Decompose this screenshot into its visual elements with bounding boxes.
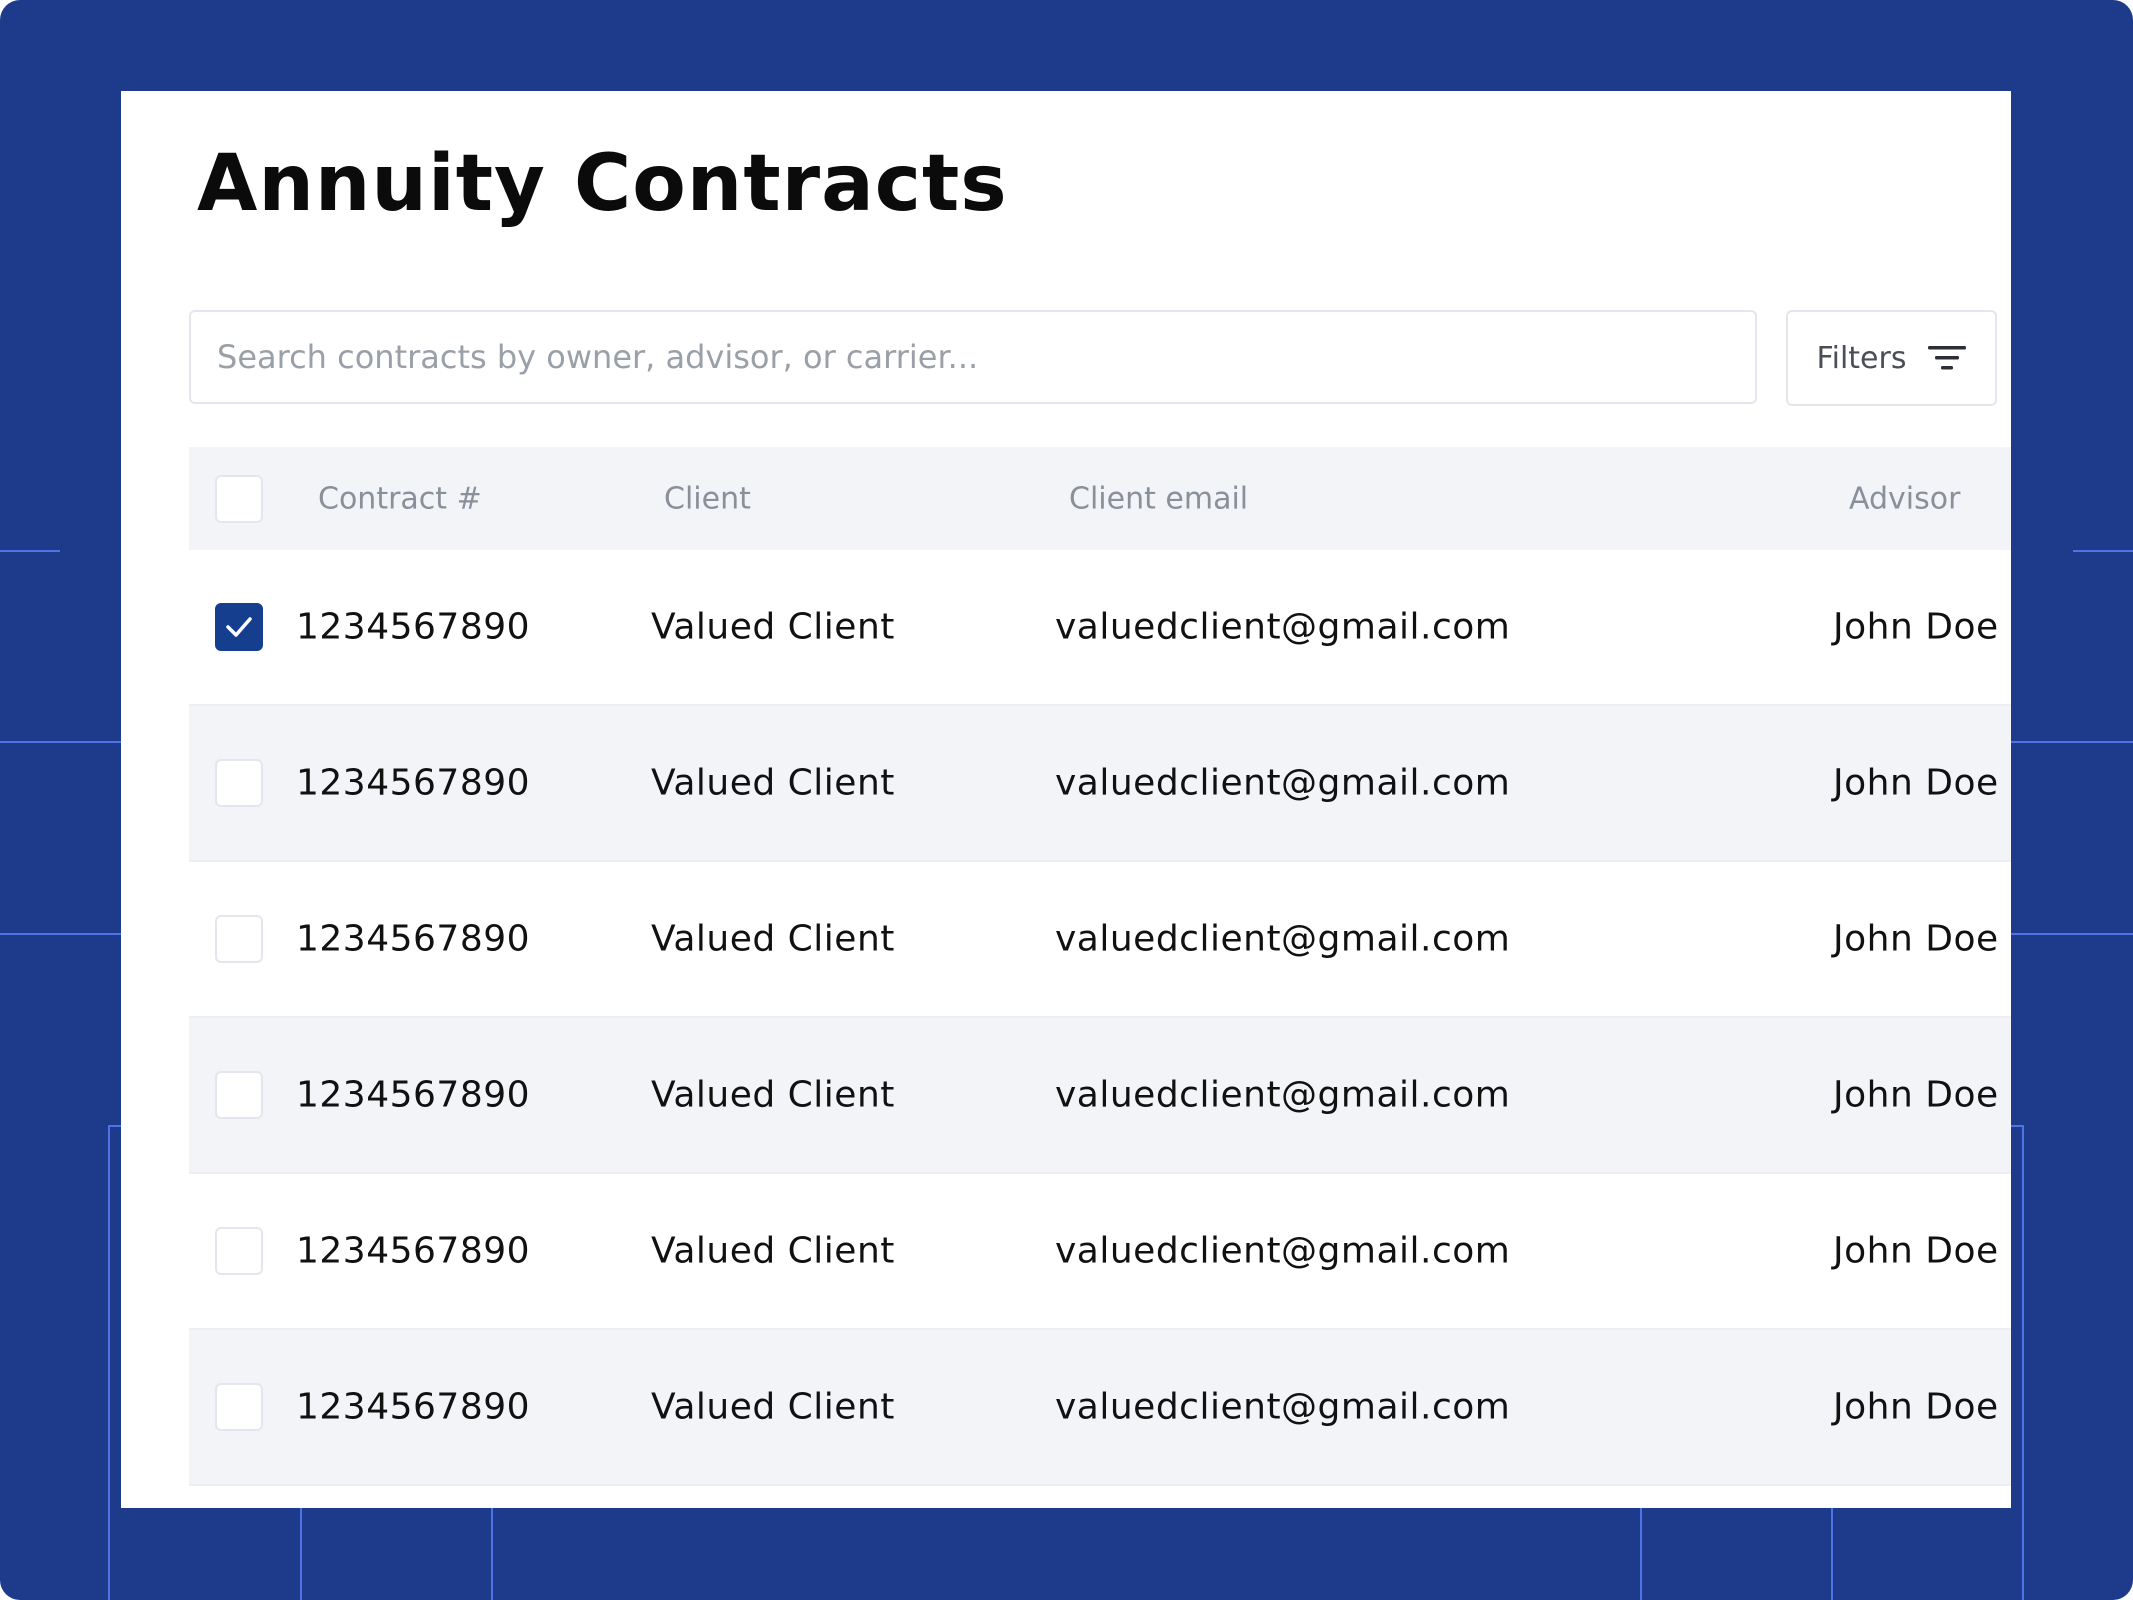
filters-button[interactable]: Filters (1786, 310, 1997, 406)
table-row[interactable]: 1234567890 Valued Client valuedclient@gmai… (189, 862, 2011, 1018)
row-checkbox[interactable] (215, 1227, 263, 1275)
row-checkbox-cell (215, 1227, 263, 1275)
filter-lines-icon (1928, 344, 1967, 372)
advisor-name: John Doe (1833, 1386, 1999, 1428)
select-all-cell (215, 474, 263, 523)
column-header-contract[interactable]: Contract # (318, 481, 482, 516)
contract-number: 1234567890 (296, 762, 531, 804)
row-checkbox[interactable] (215, 915, 263, 963)
table-row[interactable]: 1234567890 Valued Client valuedclient@gmai… (189, 1018, 2011, 1174)
row-checkbox[interactable] (215, 1071, 263, 1119)
row-checkbox-cell (215, 603, 263, 651)
table-row[interactable]: 1234567890 Valued Client valuedclient@gmai… (189, 706, 2011, 862)
contract-number: 1234567890 (296, 1074, 531, 1116)
row-checkbox[interactable] (215, 759, 263, 807)
decor-line (108, 1125, 121, 1127)
row-checkbox-cell (215, 1071, 263, 1119)
decor-line (0, 741, 121, 743)
row-checkbox-cell (215, 915, 263, 963)
contract-number: 1234567890 (296, 1230, 531, 1272)
decor-line (2011, 741, 2133, 743)
table-row[interactable]: 1234567890 Valued Client valuedclient@gmai… (189, 550, 2011, 706)
client-name: Valued Client (651, 1074, 895, 1116)
contract-number: 1234567890 (296, 606, 531, 648)
contract-number: 1234567890 (296, 1386, 531, 1428)
client-name: Valued Client (651, 1386, 895, 1428)
client-email: valuedclient@gmail.com (1055, 918, 1511, 960)
client-email: valuedclient@gmail.com (1055, 762, 1511, 804)
advisor-name: John Doe (1833, 918, 1999, 960)
decor-line (491, 1508, 493, 1600)
filters-label: Filters (1816, 340, 1907, 376)
advisor-name: John Doe (1833, 762, 1999, 804)
table-row[interactable]: 1234567890 Valued Client valuedclient@gmai… (189, 1330, 2011, 1486)
client-email: valuedclient@gmail.com (1055, 606, 1511, 648)
search-input[interactable] (189, 310, 1757, 404)
decor-line (0, 550, 60, 552)
table-header-row: Contract # Client Client email Advisor (189, 447, 2011, 550)
decor-line (1640, 1508, 1642, 1600)
client-name: Valued Client (651, 918, 895, 960)
table-row[interactable]: 1234567890 Valued Client valuedclient@gmai… (189, 1174, 2011, 1330)
client-email: valuedclient@gmail.com (1055, 1074, 1511, 1116)
row-checkbox[interactable] (215, 603, 263, 651)
advisor-name: John Doe (1833, 1230, 1999, 1272)
decor-line (108, 1125, 110, 1600)
column-header-client[interactable]: Client (664, 481, 751, 516)
advisor-name: John Doe (1833, 606, 1999, 648)
select-all-checkbox[interactable] (215, 474, 263, 523)
row-checkbox[interactable] (215, 1383, 263, 1431)
advisor-name: John Doe (1833, 1074, 1999, 1116)
contracts-card: Annuity Contracts Filters Contract # Cli… (121, 91, 2011, 1508)
column-header-client-email[interactable]: Client email (1069, 481, 1248, 516)
client-name: Valued Client (651, 1230, 895, 1272)
contracts-table: Contract # Client Client email Advisor 1… (189, 447, 2011, 1486)
decor-line (2073, 550, 2133, 552)
row-checkbox-cell (215, 759, 263, 807)
decor-line (2022, 1125, 2024, 1600)
checkmark-icon (226, 617, 252, 637)
client-name: Valued Client (651, 762, 895, 804)
contract-number: 1234567890 (296, 918, 531, 960)
decor-line (2011, 933, 2133, 935)
client-name: Valued Client (651, 606, 895, 648)
client-email: valuedclient@gmail.com (1055, 1386, 1511, 1428)
row-checkbox-cell (215, 1383, 263, 1431)
table-body: 1234567890 Valued Client valuedclient@gmai… (189, 550, 2011, 1486)
decor-line (300, 1508, 302, 1600)
decor-line (0, 933, 121, 935)
client-email: valuedclient@gmail.com (1055, 1230, 1511, 1272)
background-frame: Annuity Contracts Filters Contract # Cli… (0, 0, 2133, 1600)
decor-line (2011, 1125, 2024, 1127)
column-header-advisor[interactable]: Advisor (1849, 481, 1960, 516)
decor-line (1831, 1508, 1833, 1600)
page-title: Annuity Contracts (197, 139, 1008, 229)
